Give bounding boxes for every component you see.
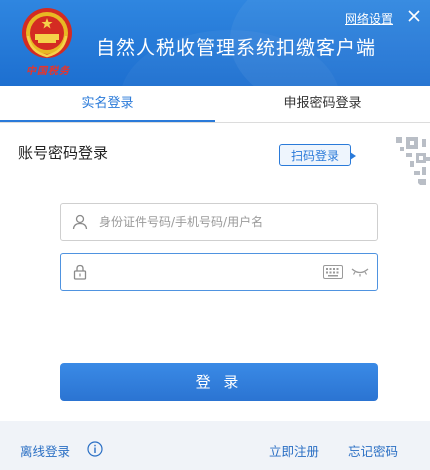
username-input[interactable] [99, 208, 339, 236]
tax-emblem-logo [22, 8, 72, 58]
info-icon[interactable] [87, 441, 103, 457]
eye-closed-icon[interactable] [351, 264, 369, 278]
tab-real-name-login[interactable]: 实名登录 [0, 86, 215, 122]
network-settings-link[interactable]: 网络设置 [345, 10, 393, 27]
user-icon [72, 214, 88, 230]
footer-bar: 离线登录 立即注册 忘记密码 [0, 421, 430, 470]
register-link[interactable]: 立即注册 [269, 441, 319, 460]
lock-icon [73, 264, 87, 280]
logo-caption: 中国税务 [26, 66, 70, 77]
app-header: 中国税务 自然人税收管理系统扣缴客户端 网络设置 [0, 0, 430, 86]
password-input[interactable] [99, 258, 339, 286]
forgot-password-link[interactable]: 忘记密码 [348, 441, 398, 460]
login-button[interactable]: 登 录 [60, 363, 378, 401]
offline-login-link[interactable]: 离线登录 [20, 441, 70, 460]
close-icon[interactable] [406, 8, 422, 24]
section-title: 账号密码登录 [18, 144, 109, 162]
qr-code-icon[interactable] [366, 131, 430, 195]
keyboard-icon[interactable] [323, 265, 343, 279]
username-field [60, 203, 378, 241]
tab-declaration-password-login[interactable]: 申报密码登录 [215, 86, 430, 122]
app-title: 自然人税收管理系统扣缴客户端 [96, 37, 377, 59]
login-tabs: 实名登录 申报密码登录 [0, 86, 430, 123]
scan-login-button[interactable]: 扫码登录 [279, 144, 356, 166]
password-field [60, 253, 378, 291]
